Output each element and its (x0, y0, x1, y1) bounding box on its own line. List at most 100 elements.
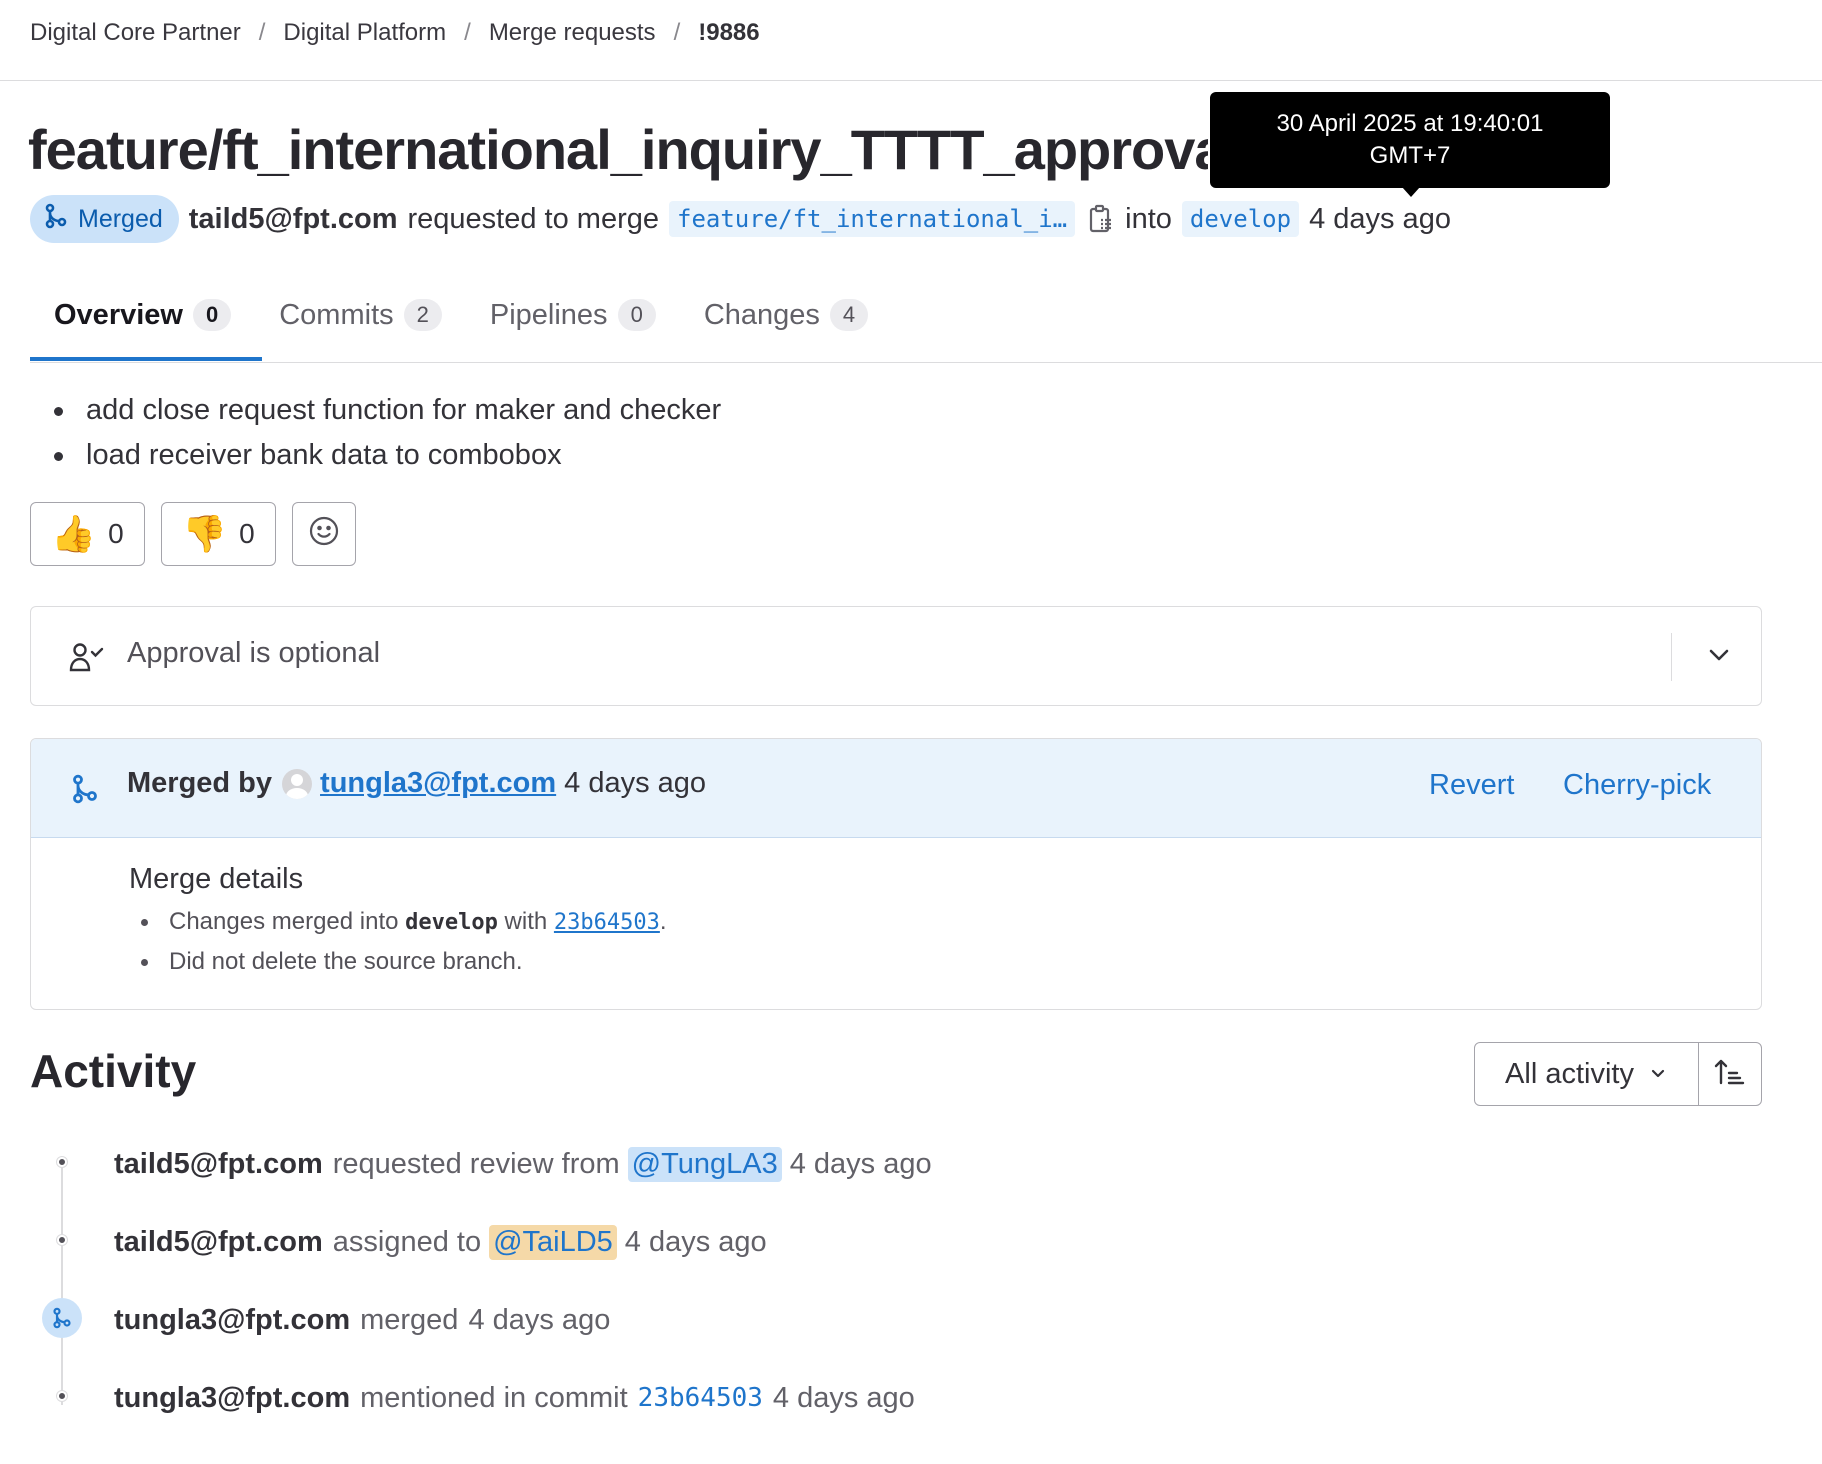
active-tab-indicator (30, 357, 262, 361)
activity-time: 4 days ago (468, 1303, 611, 1336)
target-branch[interactable]: develop (1181, 201, 1300, 237)
thumbs-down-icon: 👎 (182, 513, 228, 554)
tab-label: Overview (54, 298, 183, 331)
chevron-down-icon[interactable] (1701, 637, 1737, 678)
tab-label: Commits (279, 298, 394, 331)
activity-action: requested review from (332, 1147, 620, 1180)
activity-user[interactable]: taild5@fpt.com (114, 1226, 323, 1259)
tab-count: 0 (192, 299, 232, 331)
merge-detail-branch: develop (405, 910, 498, 935)
mr-description: add close request function for maker and… (30, 388, 721, 478)
approval-divider (1671, 633, 1672, 681)
commit-link[interactable]: 23b64503 (638, 1383, 763, 1413)
breadcrumb-separator: / (258, 19, 266, 46)
tab-count: 4 (829, 299, 869, 331)
description-item: load receiver bank data to combobox (30, 433, 721, 478)
approval-icon (69, 641, 105, 678)
page-title: feature/ft_international_inquiry_TTTT_ap… (28, 118, 1208, 181)
merged-by-user-link[interactable]: tungla3@fpt.com (320, 767, 556, 800)
cherry-pick-button[interactable]: Cherry-pick (1563, 769, 1711, 802)
award-emoji-bar: 👍 0 👎 0 (30, 502, 356, 566)
breadcrumb-separator: / (673, 19, 681, 46)
merge-detail-item: Did not delete the source branch. (129, 942, 667, 982)
activity-action: assigned to (332, 1225, 482, 1258)
merge-details-list: Changes merged into develop with 23b6450… (129, 902, 667, 982)
thumbs-down-count: 0 (239, 518, 255, 549)
activity-item: tungla3@fpt.com mentioned in commit 23b6… (114, 1376, 915, 1420)
thumbs-down-button[interactable]: 👎 0 (161, 502, 276, 566)
sort-icon (1714, 1057, 1746, 1092)
thumbs-up-icon: 👍 (51, 513, 97, 554)
merge-detail-suffix: . (659, 908, 667, 935)
activity-user[interactable]: tungla3@fpt.com (114, 1304, 350, 1337)
breadcrumb: Digital Core Partner / Digital Platform … (30, 18, 760, 48)
activity-user[interactable]: tungla3@fpt.com (114, 1382, 350, 1415)
merge-detail-item: Changes merged into develop with 23b6450… (129, 902, 667, 942)
merged-by-label: Merged by (127, 767, 273, 799)
merge-detail-with: with (504, 908, 548, 935)
merge-details: Merge details Changes merged into develo… (129, 863, 667, 982)
activity-filter-label: All activity (1505, 1057, 1634, 1090)
merge-icon (71, 773, 99, 810)
revert-button[interactable]: Revert (1429, 769, 1514, 802)
copy-branch-icon[interactable] (1089, 204, 1113, 234)
add-reaction-button[interactable] (292, 502, 356, 566)
requested-text: requested to merge (407, 202, 659, 235)
user-mention[interactable]: @TaiLD5 (489, 1224, 617, 1260)
activity-action: mentioned in commit (360, 1381, 628, 1414)
tabs-divider (30, 362, 1822, 363)
activity-time: 4 days ago (772, 1381, 915, 1414)
mr-author[interactable]: taild5@fpt.com (189, 203, 398, 236)
tab-commits[interactable]: Commits 2 (255, 280, 466, 350)
timeline-line (61, 1160, 63, 1405)
approval-label: Approval is optional (127, 637, 381, 669)
thumbs-up-count: 0 (108, 518, 124, 549)
source-branch[interactable]: feature/ft_international_i… (669, 201, 1076, 237)
timeline-dot (57, 1235, 67, 1245)
activity-title: Activity (30, 1045, 197, 1097)
tab-label: Changes (703, 298, 820, 331)
activity-item: taild5@fpt.com assigned to @TaiLD5 4 day… (114, 1220, 767, 1264)
merge-icon (44, 203, 68, 236)
status-badge: Merged (30, 195, 179, 243)
smiley-icon (308, 515, 340, 554)
merge-icon (42, 1298, 82, 1338)
activity-action: merged (360, 1303, 459, 1336)
activity-time: 4 days ago (624, 1225, 767, 1258)
sort-direction-button[interactable] (1699, 1043, 1761, 1105)
approval-widget: Approval is optional (30, 606, 1762, 706)
tooltip-date: 30 April 2025 at 19:40:01 (1276, 110, 1544, 137)
merged-widget: Merged by tungla3@fpt.com 4 days ago Rev… (30, 738, 1762, 1010)
activity-time: 4 days ago (789, 1147, 932, 1180)
tab-pipelines[interactable]: Pipelines 0 (466, 280, 680, 350)
header-divider (0, 80, 1822, 81)
avatar (282, 768, 313, 799)
merge-details-heading: Merge details (129, 863, 304, 895)
breadcrumb-item-group[interactable]: Digital Core Partner (30, 19, 241, 47)
status-badge-label: Merged (78, 204, 163, 233)
merge-detail-prefix: Changes merged into (169, 908, 399, 935)
activity-item: taild5@fpt.com requested review from @Tu… (114, 1142, 932, 1186)
mr-time-ago: 4 days ago (1309, 202, 1451, 235)
user-mention[interactable]: @TungLA3 (627, 1146, 782, 1182)
breadcrumb-separator: / (464, 19, 471, 46)
tab-changes[interactable]: Changes 4 (680, 280, 892, 350)
description-item: add close request function for maker and… (30, 388, 721, 433)
merge-commit-link[interactable]: 23b64503 (554, 910, 660, 935)
tab-overview[interactable]: Overview 0 (30, 280, 255, 350)
breadcrumb-item-project[interactable]: Digital Platform (283, 19, 446, 47)
tab-count: 2 (403, 299, 442, 331)
tab-label: Pipelines (489, 298, 608, 331)
activity-filter: All activity (1474, 1042, 1762, 1106)
activity-item: tungla3@fpt.com merged 4 days ago (114, 1298, 610, 1342)
breadcrumb-item-current[interactable]: !9886 (698, 19, 759, 47)
thumbs-up-button[interactable]: 👍 0 (30, 502, 145, 566)
mr-tabs: Overview 0 Commits 2 Pipelines 0 Changes… (30, 280, 892, 362)
activity-filter-dropdown[interactable]: All activity (1475, 1043, 1699, 1105)
merged-time-ago: 4 days ago (564, 767, 707, 799)
mr-meta: Merged taild5@fpt.com requested to merge… (30, 195, 1451, 243)
breadcrumb-item-merge-requests[interactable]: Merge requests (489, 19, 656, 47)
timeline-dot (57, 1391, 67, 1401)
tab-count: 0 (617, 299, 656, 331)
activity-user[interactable]: taild5@fpt.com (114, 1148, 323, 1181)
